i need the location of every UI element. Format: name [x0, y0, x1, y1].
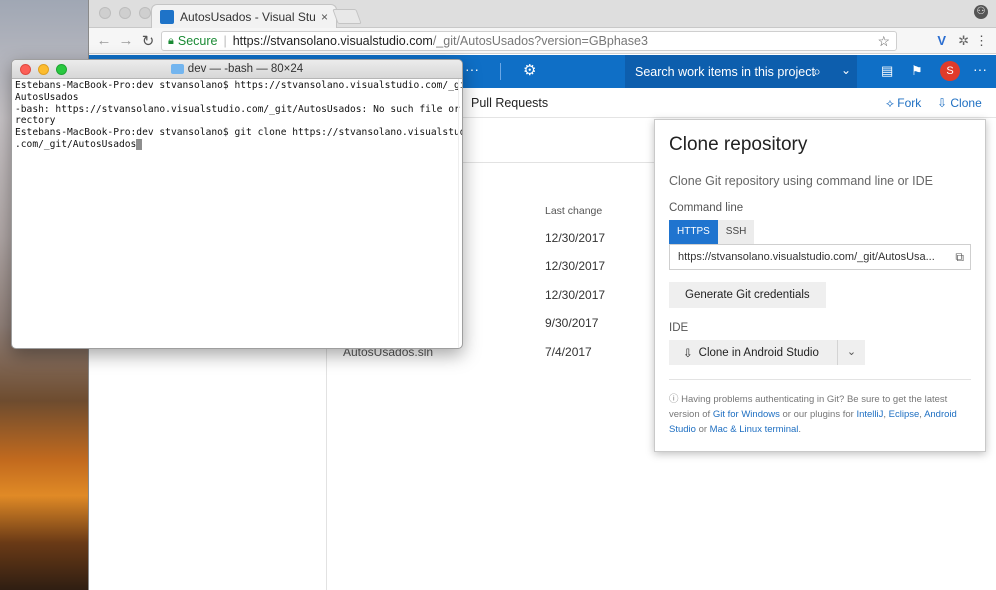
protocol-toggle: HTTPS SSH — [669, 220, 971, 244]
terminal-line: -bash: https://stvansolano.visualstudio.… — [15, 103, 463, 115]
clone-url-text: https://stvansolano.visualstudio.com/_gi… — [678, 251, 935, 263]
close-window-button[interactable] — [99, 7, 111, 19]
marketplace-icon[interactable]: ▤ — [881, 63, 893, 79]
git-for-windows-link[interactable]: Git for Windows — [713, 409, 780, 420]
help-text-or: or — [698, 424, 708, 435]
secure-label: Secure — [177, 34, 218, 48]
avatar[interactable]: S — [940, 61, 960, 81]
fork-button[interactable]: ⟡ Fork — [886, 96, 921, 111]
bookmark-star-icon[interactable]: ☆ — [877, 33, 890, 50]
copy-icon[interactable]: ⧉ — [955, 250, 964, 265]
url-path: /_git/AutosUsados?version=GBphase3 — [432, 34, 648, 48]
terminal-zoom-button[interactable] — [56, 64, 67, 75]
chevron-down-icon[interactable]: ⌄ — [841, 63, 851, 77]
ssh-tab[interactable]: SSH — [717, 220, 755, 244]
browser-toolbar: ← → ↻ 🔒︎ Secure | https://stvansolano.vi… — [89, 28, 996, 54]
terminal-line: AutosUsados — [15, 91, 79, 103]
file-date: 12/30/2017 — [545, 288, 606, 302]
header-divider — [500, 63, 501, 80]
file-date: 9/30/2017 — [545, 316, 599, 330]
terminal-title: dev — -bash — 80×24 — [187, 63, 304, 75]
extension-gear-icon[interactable]: ✲ — [958, 33, 969, 49]
extension-v-icon[interactable]: V — [937, 33, 946, 48]
browser-tabstrip: AutosUsados - Visual Studio T × ⚇ — [89, 0, 996, 28]
clone-button[interactable]: ⇩ Clone — [937, 96, 982, 110]
back-icon[interactable]: ← — [93, 32, 115, 49]
tab-close-icon[interactable]: × — [321, 10, 328, 24]
tab-pull-requests[interactable]: Pull Requests — [471, 96, 548, 110]
command-line-label: Command line — [669, 202, 744, 214]
terminal-titlebar[interactable]: dev — -bash — 80×24 — [12, 60, 462, 79]
clone-label: Clone — [950, 96, 982, 110]
terminal-close-button[interactable] — [20, 64, 31, 75]
tab-title: AutosUsados - Visual Studio T — [180, 9, 315, 24]
window-controls — [99, 7, 151, 19]
download-icon: ⇩ — [683, 347, 693, 360]
browser-tab[interactable]: AutosUsados - Visual Studio T × — [151, 4, 337, 28]
last-change-header: Last change — [545, 205, 603, 217]
search-icon[interactable]: ⌕ — [813, 63, 821, 80]
feedback-icon[interactable]: ⚑ — [911, 63, 923, 79]
terminal-minimize-button[interactable] — [38, 64, 49, 75]
browser-menu-icon[interactable]: ⋮ — [975, 33, 988, 49]
new-tab-button[interactable] — [332, 9, 362, 24]
clone-panel-title: Clone repository — [669, 134, 808, 155]
address-bar[interactable]: 🔒︎ Secure | https://stvansolano.visualst… — [161, 31, 897, 51]
terminal-scrollbar[interactable] — [458, 79, 462, 348]
file-date: 12/30/2017 — [545, 259, 606, 273]
help-text-end: . — [798, 424, 802, 435]
file-date: 7/4/2017 — [545, 345, 592, 359]
work-item-search[interactable]: Search work items in this project ⌕ ⌄ — [625, 55, 857, 88]
terminal-line-text: .com/_git/AutosUsados — [15, 138, 137, 150]
terminal-line: rectory — [15, 115, 56, 127]
address-separator: | — [223, 34, 227, 48]
https-tab[interactable]: HTTPS — [669, 220, 718, 244]
mac-linux-terminal-link[interactable]: Mac & Linux terminal — [710, 424, 799, 435]
url-host: https://stvansolano.visualstudio.com — [232, 34, 433, 48]
terminal-output[interactable]: Estebans-MacBook-Pro:dev stvansolano$ ht… — [12, 79, 462, 152]
zoom-window-button[interactable] — [139, 7, 151, 19]
clone-in-ide-label: Clone in Android Studio — [698, 346, 819, 359]
terminal-window[interactable]: dev — -bash — 80×24 Estebans-MacBook-Pro… — [11, 59, 463, 349]
visual-studio-icon — [160, 9, 174, 24]
lock-icon: 🔒︎ — [168, 34, 174, 47]
more-options-icon[interactable]: ··· — [973, 61, 987, 77]
folder-icon — [170, 63, 184, 74]
profile-icon[interactable]: ⚇ — [974, 5, 988, 19]
clone-url-field[interactable]: https://stvansolano.visualstudio.com/_gi… — [669, 244, 971, 270]
help-text-mid: or our plugins for — [782, 409, 854, 420]
generate-git-credentials-button[interactable]: Generate Git credentials — [669, 282, 826, 308]
reload-icon[interactable]: ↻ — [137, 32, 159, 50]
terminal-window-controls — [20, 64, 67, 75]
terminal-line-current: .com/_git/AutosUsados — [15, 138, 459, 151]
info-icon: ⓘ — [669, 394, 679, 405]
search-placeholder: Search work items in this project — [635, 64, 815, 79]
ide-label: IDE — [669, 322, 689, 334]
forward-icon[interactable]: → — [115, 32, 137, 49]
terminal-line: Estebans-MacBook-Pro:dev stvansolano$ ht… — [15, 80, 463, 91]
minimize-window-button[interactable] — [119, 7, 131, 19]
clone-repository-panel: Clone repository Clone Git repository us… — [654, 119, 986, 452]
eclipse-link[interactable]: Eclipse — [889, 409, 920, 420]
terminal-cursor — [136, 138, 143, 150]
settings-gear-icon[interactable]: ⚙ — [523, 61, 536, 79]
more-hubs-icon[interactable]: ··· — [465, 61, 479, 77]
help-text: ⓘ Having problems authenticating in Git?… — [669, 394, 957, 435]
clone-panel-subtitle: Clone Git repository using command line … — [669, 174, 934, 188]
fork-icon: ⟡ — [886, 96, 898, 110]
intellij-link[interactable]: IntelliJ — [856, 409, 883, 420]
chevron-down-icon[interactable]: ⌄ — [837, 340, 865, 365]
file-date: 12/30/2017 — [545, 231, 606, 245]
fork-label: Fork — [897, 96, 922, 110]
panel-divider — [669, 379, 971, 380]
clone-icon: ⇩ — [937, 96, 951, 110]
clone-in-ide-button[interactable]: ⇩ Clone in Android Studio ⌄ — [669, 340, 865, 365]
terminal-line: Estebans-MacBook-Pro:dev stvansolano$ gi… — [15, 127, 463, 139]
